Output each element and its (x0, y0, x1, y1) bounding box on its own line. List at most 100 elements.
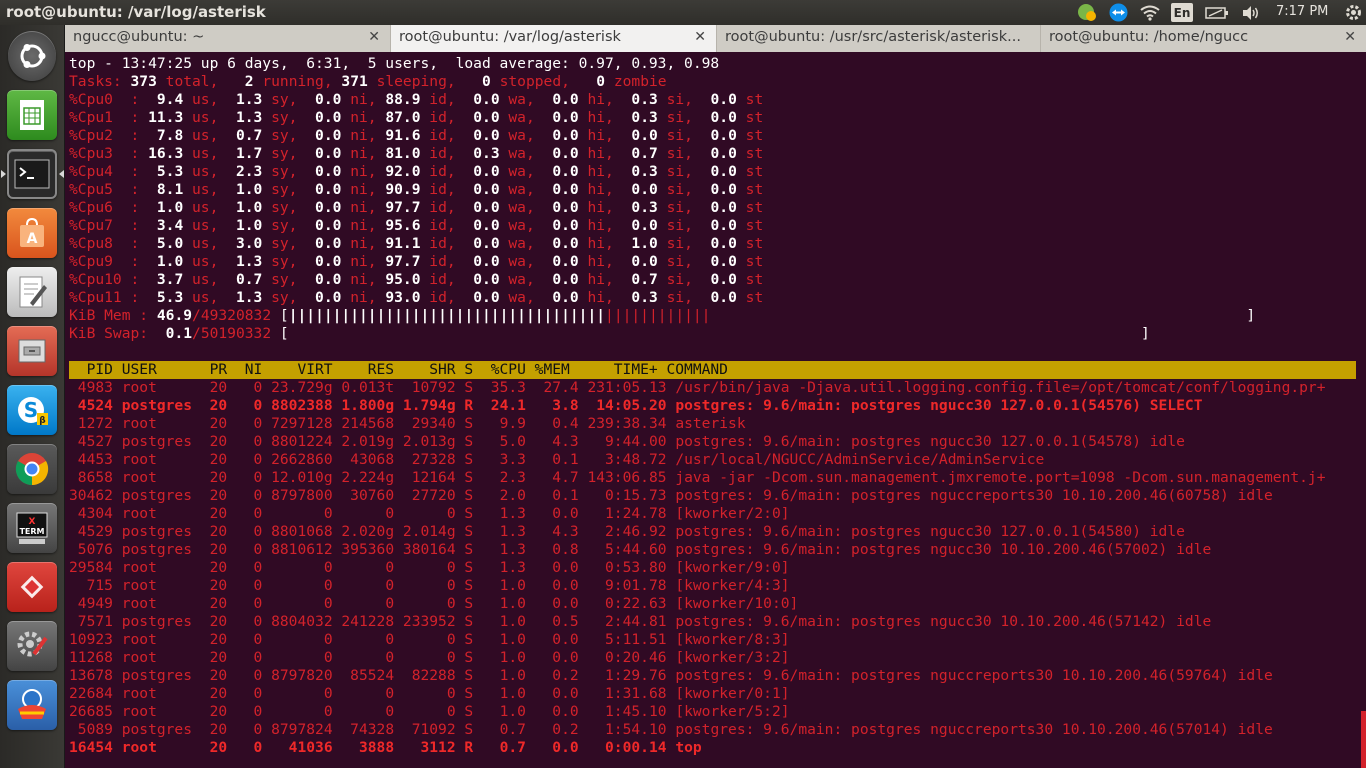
teamviewer-icon[interactable] (1107, 3, 1129, 22)
cpu-si-label: si, (657, 163, 693, 180)
mem-cell: 0.0 (525, 559, 579, 576)
text-editor-icon[interactable] (7, 267, 57, 317)
cpu-st-value: 0.0 (692, 127, 737, 144)
power-gear-icon[interactable] (1343, 3, 1363, 22)
mem-cell: 0.8 (525, 541, 579, 558)
cpu-wa-value: 0.0 (455, 271, 500, 288)
clock[interactable]: 7:17 PM (1276, 4, 1328, 19)
libreoffice-calc-icon[interactable] (7, 90, 57, 140)
close-icon[interactable]: ✕ (694, 29, 706, 45)
cpu-hi-label: hi, (578, 235, 614, 252)
swap-label: KiB Swap: (69, 325, 149, 342)
tab-usr-src-asterisk[interactable]: root@ubuntu: /usr/src/asterisk/asterisk.… (717, 25, 1041, 52)
wifi-icon[interactable] (1139, 3, 1161, 22)
res-cell: 0 (332, 577, 395, 594)
command-cell: postgres: 9.6/main: postgres nguccreport… (666, 721, 1273, 738)
state-cell: S (455, 577, 474, 594)
res-cell: 241228 (332, 613, 395, 630)
shr-cell: 27720 (394, 487, 456, 504)
cpu-ni-label: ni, (341, 145, 377, 162)
pr-cell: 20 (200, 595, 228, 612)
cpu-us-value: 11.3 (139, 109, 184, 126)
cpu-row: %Cpu9 : 1.0 us, 1.3 sy, 0.0 ni, 97.7 id,… (69, 253, 763, 271)
command-cell: postgres: 9.6/main: postgres ngucc30 127… (666, 523, 1185, 540)
pr-cell: 20 (200, 451, 228, 468)
anydesk-icon[interactable] (7, 562, 57, 612)
user-cell: postgres (121, 487, 201, 504)
tasks-line: Tasks: 373 total, 2 running, 371 sleepin… (69, 73, 667, 90)
terminal-icon[interactable] (7, 149, 57, 199)
chrome-icon[interactable] (7, 444, 57, 494)
table-row: 29584 root 20 0 0 0 0 S 1.3 0.0 0:53.80 … (69, 559, 790, 577)
command-cell: postgres: 9.6/main: postgres ngucc30 10.… (666, 613, 1212, 630)
battery-icon[interactable] (1205, 3, 1229, 22)
terminal-output[interactable]: top - 13:47:25 up 6 days, 6:31, 5 users,… (65, 53, 1366, 768)
rescue-icon[interactable] (7, 680, 57, 730)
ubuntu-dash-icon[interactable] (8, 31, 56, 81)
cpu-ni-value: 0.0 (297, 163, 342, 180)
res-cell: 0 (332, 505, 395, 522)
res-cell: 85524 (332, 667, 395, 684)
tab-home-ngucc[interactable]: root@ubuntu: /home/ngucc ✕ (1041, 25, 1366, 52)
res-cell: 0 (332, 685, 395, 702)
cpu-ni-label: ni, (341, 127, 377, 144)
cpu-ni-value: 0.0 (297, 289, 342, 306)
cpu-st-value: 0.0 (692, 145, 737, 162)
cpu-name: %Cpu1 : (69, 109, 140, 126)
tasks-total: 373 (130, 73, 157, 90)
shr-cell: 10792 (394, 379, 456, 396)
scrollbar[interactable] (1361, 711, 1366, 768)
cpu-st-label: st (736, 289, 764, 306)
volume-icon[interactable] (1240, 3, 1262, 22)
software-center-icon[interactable]: A (7, 208, 57, 258)
cpu-sy-value: 1.3 (218, 253, 263, 270)
cpu-id-label: id, (420, 91, 456, 108)
cpu-hi-label: hi, (578, 91, 614, 108)
state-cell: S (455, 469, 474, 486)
virt-cell: 8797824 (262, 721, 333, 738)
command-cell: [kworker/4:3] (666, 577, 790, 594)
virt-cell: 0 (262, 631, 333, 648)
close-icon[interactable]: ✕ (368, 29, 380, 45)
cpu-sy-value: 1.3 (218, 109, 263, 126)
cpu-hi-label: hi, (578, 253, 614, 270)
cpu-si-value: 0.3 (613, 163, 658, 180)
time-cell: 143:06.85 (578, 469, 667, 486)
mem-cell: 27.4 (525, 379, 579, 396)
xterm-icon[interactable]: X TERM (7, 503, 57, 553)
cpu-sy-label: sy, (262, 271, 298, 288)
cpu-wa-label: wa, (499, 253, 535, 270)
virt-cell: 8797800 (262, 487, 333, 504)
cpu-sy-label: sy, (262, 145, 298, 162)
cpu-id-label: id, (420, 289, 456, 306)
state-cell: S (455, 541, 474, 558)
svg-text:TERM: TERM (19, 527, 44, 536)
cpu-ni-label: ni, (341, 217, 377, 234)
skype-icon[interactable]: Sβ (7, 385, 57, 435)
cpu-hi-value: 0.0 (534, 217, 579, 234)
table-row: 4949 root 20 0 0 0 0 S 1.0 0.0 0:22.63 [… (69, 595, 799, 613)
cpu-sy-value: 1.0 (218, 217, 263, 234)
cpu-row: %Cpu1 : 11.3 us, 1.3 sy, 0.0 ni, 87.0 id… (69, 109, 763, 127)
files-icon[interactable] (7, 326, 57, 376)
cpu-us-value: 9.4 (139, 91, 184, 108)
cpu-hi-value: 0.0 (534, 91, 579, 108)
tab-ngucc-home[interactable]: ngucc@ubuntu: ~ ✕ (65, 25, 391, 52)
ni-cell: 0 (227, 631, 263, 648)
pr-cell: 20 (200, 685, 228, 702)
cpu-us-value: 16.3 (139, 145, 184, 162)
keyboard-layout-indicator[interactable]: En (1171, 3, 1193, 22)
cpu-si-value: 0.3 (613, 199, 658, 216)
cpu-name: %Cpu11 : (69, 289, 140, 306)
cpu-wa-label: wa, (499, 163, 535, 180)
close-icon[interactable]: ✕ (1344, 29, 1356, 45)
cpu-cell: 35.3 (473, 379, 526, 396)
cpu-id-label: id, (420, 181, 456, 198)
table-row: 4304 root 20 0 0 0 0 S 1.3 0.0 1:24.78 [… (69, 505, 790, 523)
tab-var-log-asterisk[interactable]: root@ubuntu: /var/log/asterisk ✕ (391, 25, 717, 52)
cpu-name: %Cpu6 : (69, 199, 140, 216)
user-cell: root (121, 595, 201, 612)
update-notifier-icon[interactable] (1076, 3, 1098, 22)
system-settings-icon[interactable] (7, 621, 57, 671)
table-row: 4983 root 20 0 23.729g 0.013t 10792 S 35… (69, 379, 1326, 397)
